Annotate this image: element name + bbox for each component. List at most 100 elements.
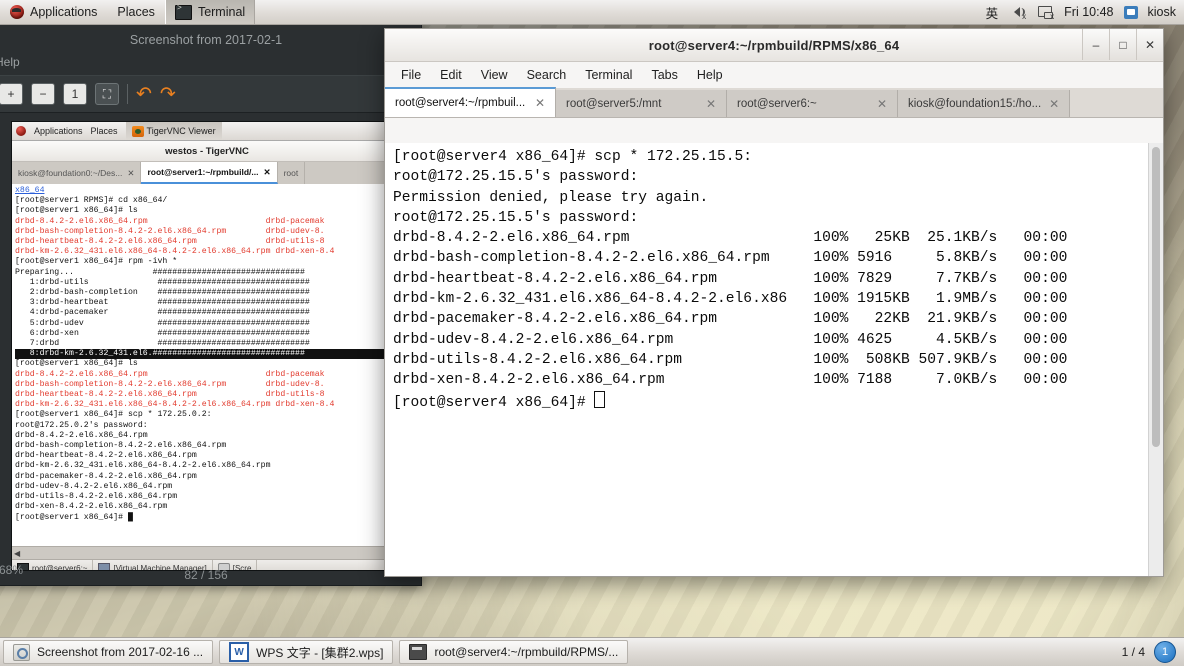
- inner-tab-1-label: root@server1:~/rpmbuild/...: [147, 167, 259, 177]
- menu-file[interactable]: File: [393, 65, 429, 85]
- zoom-normal-button[interactable]: 1: [63, 83, 87, 105]
- terminal-window[interactable]: root@server4:~/rpmbuild/RPMS/x86_64 – □ …: [384, 28, 1164, 577]
- inner-terminal-line: drbd-8.4.2-2.el6.x86_64.rpm drbd-pacemak: [15, 216, 325, 226]
- rotate-right-icon[interactable]: ↷: [160, 85, 176, 104]
- inner-tab-2: root: [278, 162, 306, 184]
- inner-redhat-logo-icon: [16, 126, 26, 136]
- inner-terminal-line: drbd-km-2.6.32_431.el6.x86_64-8.4.2-2.el…: [15, 247, 335, 257]
- screenshot-viewer-title: Screenshot from 2017-02-1: [129, 33, 283, 47]
- terminal-line: drbd-udev-8.4.2-2.el6.x86_64.rpm 100% 46…: [393, 331, 1068, 348]
- input-method-indicator[interactable]: 英: [986, 3, 999, 22]
- wps-icon: W: [229, 642, 250, 662]
- image-counter-label: 82 / 156: [184, 568, 228, 582]
- inner-terminal-line: drbd-udev-8.4.2-2.el6.x86_64.rpm: [15, 481, 173, 491]
- terminal-line: Permission denied, please try again.: [393, 189, 709, 206]
- taskbar-item-label: Screenshot from 2017-02-16 ...: [37, 645, 204, 659]
- inner-terminal-line: root@172.25.0.2's password:: [15, 420, 148, 430]
- terminal-menubar: File Edit View Search Terminal Tabs Help: [385, 62, 1163, 89]
- terminal-line: drbd-xen-8.4.2-2.el6.x86_64.rpm 100% 718…: [393, 372, 1068, 389]
- tab-close-icon[interactable]: ✕: [1049, 97, 1059, 111]
- network-disconnected-icon[interactable]: x: [1036, 4, 1054, 21]
- clock[interactable]: Fri 10:48: [1064, 5, 1113, 19]
- inner-terminal-line: drbd-bash-completion-8.4.2-2.el6.x86_64.…: [15, 379, 325, 389]
- inner-terminal-line: 4:drbd-pacemaker #######################…: [15, 308, 310, 318]
- inner-terminal-line: [root@server1 x86_64]# rpm -ivh *: [15, 257, 178, 267]
- inner-terminal-line: 1:drbd-utils ###########################…: [15, 277, 310, 287]
- close-button[interactable]: ✕: [1136, 29, 1163, 60]
- volume-muted-icon[interactable]: x: [1008, 4, 1026, 21]
- terminal-line: [root@server4 x86_64]# scp * 172.25.15.5…: [393, 149, 753, 165]
- inner-terminal-line: [root@server1 x86_64]# scp * 172.25.0.2:: [15, 410, 212, 420]
- tab-label: kiosk@foundation15:/ho...: [908, 97, 1042, 110]
- menu-tabs[interactable]: Tabs: [643, 65, 685, 85]
- inner-terminal-line: drbd-pacemaker-8.4.2-2.el6.x86_64.rpm: [15, 471, 197, 481]
- inner-terminal-line: Preparing... ###########################…: [15, 267, 305, 277]
- places-menu[interactable]: Places: [107, 0, 165, 24]
- inner-window-list-label: TigerVNC Viewer: [146, 126, 216, 136]
- applications-menu[interactable]: Applications: [0, 0, 107, 24]
- menu-search[interactable]: Search: [519, 65, 575, 85]
- terminal-line: drbd-bash-completion-8.4.2-2.el6.x86_64.…: [393, 250, 1068, 267]
- zoom-in-button[interactable]: +: [0, 83, 23, 105]
- inner-terminal-line: 6:drbd-xen #############################…: [15, 328, 310, 338]
- menu-edit[interactable]: Edit: [432, 65, 470, 85]
- minimize-button[interactable]: –: [1082, 29, 1109, 60]
- terminal-titlebar[interactable]: root@server4:~/rpmbuild/RPMS/x86_64 – □ …: [385, 29, 1163, 62]
- inner-terminal-line: [root@server1 RPMS]# cd x86_64/: [15, 196, 168, 206]
- rotate-left-icon[interactable]: ↶: [136, 85, 152, 104]
- tab-kiosk-foundation15[interactable]: kiosk@foundation15:/ho... ✕: [898, 90, 1071, 117]
- inner-terminal-line: 5:drbd-udev ############################…: [15, 318, 310, 328]
- window-controls: – □ ✕: [1082, 29, 1163, 61]
- terminal-scrollbar[interactable]: [1148, 143, 1163, 576]
- menu-terminal[interactable]: Terminal: [577, 65, 640, 85]
- terminal-output-area[interactable]: [root@server4 x86_64]# scp * 172.25.15.5…: [385, 143, 1163, 576]
- screenshot-viewer-toolbar: + − 1 ⛶ ↶ ↷: [0, 76, 421, 113]
- inner-terminal-line: drbd-8.4.2-2.el6.x86_64.rpm drbd-pacemak: [15, 369, 325, 379]
- terminal-icon: [174, 4, 192, 20]
- terminal-line: root@172.25.15.5's password:: [393, 169, 639, 186]
- top-panel: Applications Places Terminal 英 x x Fri 1…: [0, 0, 1184, 25]
- terminal-window-title: root@server4:~/rpmbuild/RPMS/x86_64: [648, 37, 900, 53]
- terminal-icon: [409, 644, 428, 660]
- inner-terminal-line: 2:drbd-bash-completion #################…: [15, 288, 310, 298]
- workspace-badge[interactable]: 1: [1154, 641, 1176, 663]
- inner-terminal-line: drbd-bash-completion-8.4.2-2.el6.x86_64.…: [15, 226, 325, 236]
- tab-close-icon[interactable]: ✕: [877, 97, 887, 111]
- screenshot-icon: [13, 643, 30, 661]
- tab-root-server6[interactable]: root@server6:~ ✕: [727, 90, 898, 117]
- taskbar-item-screenshot[interactable]: Screenshot from 2017-02-16 ...: [3, 640, 214, 664]
- inner-tab-2-label: root: [283, 168, 299, 178]
- inner-window-list-item-tigervnc: TigerVNC Viewer: [125, 122, 222, 140]
- user-name[interactable]: kiosk: [1148, 5, 1176, 19]
- screenshot-image[interactable]: Applications Places TigerVNC Viewer west…: [11, 121, 403, 571]
- taskbar-item-terminal[interactable]: root@server4:~/rpmbuild/RPMS/...: [399, 640, 629, 664]
- inner-tab-0-label: kiosk@foundation0:~/Des...: [18, 168, 123, 178]
- terminal-line: drbd-km-2.6.32_431.el6.x86_64-8.4.2-2.el…: [393, 291, 1068, 308]
- tab-root-server4[interactable]: root@server4:~/rpmbuil... ✕: [385, 87, 556, 117]
- bottom-panel: Screenshot from 2017-02-16 ... W WPS 文字 …: [0, 637, 1184, 666]
- inner-terminal-line: drbd-km-2.6.32_431.el6.x86_64-8.4.2-2.el…: [15, 400, 335, 410]
- system-tray: 英 x x Fri 10:48 kiosk: [986, 3, 1184, 22]
- taskbar-item-wps[interactable]: W WPS 文字 - [集群2.wps]: [219, 640, 394, 664]
- applications-menu-label: Applications: [30, 5, 98, 19]
- maximize-button[interactable]: □: [1109, 29, 1136, 60]
- window-list-item-terminal[interactable]: Terminal: [164, 0, 256, 24]
- screenshot-viewer-menubar[interactable]: Help: [0, 55, 421, 76]
- inner-terminal-line: drbd-8.4.2-2.el6.x86_64.rpm: [15, 430, 148, 440]
- zoom-out-button[interactable]: −: [31, 83, 55, 105]
- menu-view[interactable]: View: [473, 65, 516, 85]
- taskbar-item-label: WPS 文字 - [集群2.wps]: [256, 645, 384, 660]
- inner-terminal-line: 3:drbd-heartbeat #######################…: [15, 298, 310, 308]
- terminal-line: drbd-utils-8.4.2-2.el6.x86_64.rpm 100% 5…: [393, 351, 1068, 368]
- tab-close-icon[interactable]: ✕: [535, 96, 545, 110]
- terminal-text: [root@server4 x86_64]# scp * 172.25.15.5…: [385, 143, 1163, 417]
- fit-to-window-button[interactable]: ⛶: [95, 83, 119, 105]
- tab-close-icon[interactable]: ✕: [706, 97, 716, 111]
- menu-help[interactable]: Help: [0, 55, 20, 69]
- menu-help[interactable]: Help: [689, 65, 731, 85]
- screenshot-viewer-window[interactable]: Screenshot from 2017-02-1 Help + − 1 ⛶ ↶…: [0, 24, 422, 586]
- inner-terminal-line: drbd-heartbeat-8.4.2-2.el6.x86_64.rpm: [15, 451, 197, 461]
- inner-terminal-line: drbd-xen-8.4.2-2.el6.x86_64.rpm: [15, 502, 168, 512]
- terminal-scrollbar-thumb[interactable]: [1152, 147, 1160, 447]
- tab-root-server5[interactable]: root@server5:/mnt ✕: [556, 90, 727, 117]
